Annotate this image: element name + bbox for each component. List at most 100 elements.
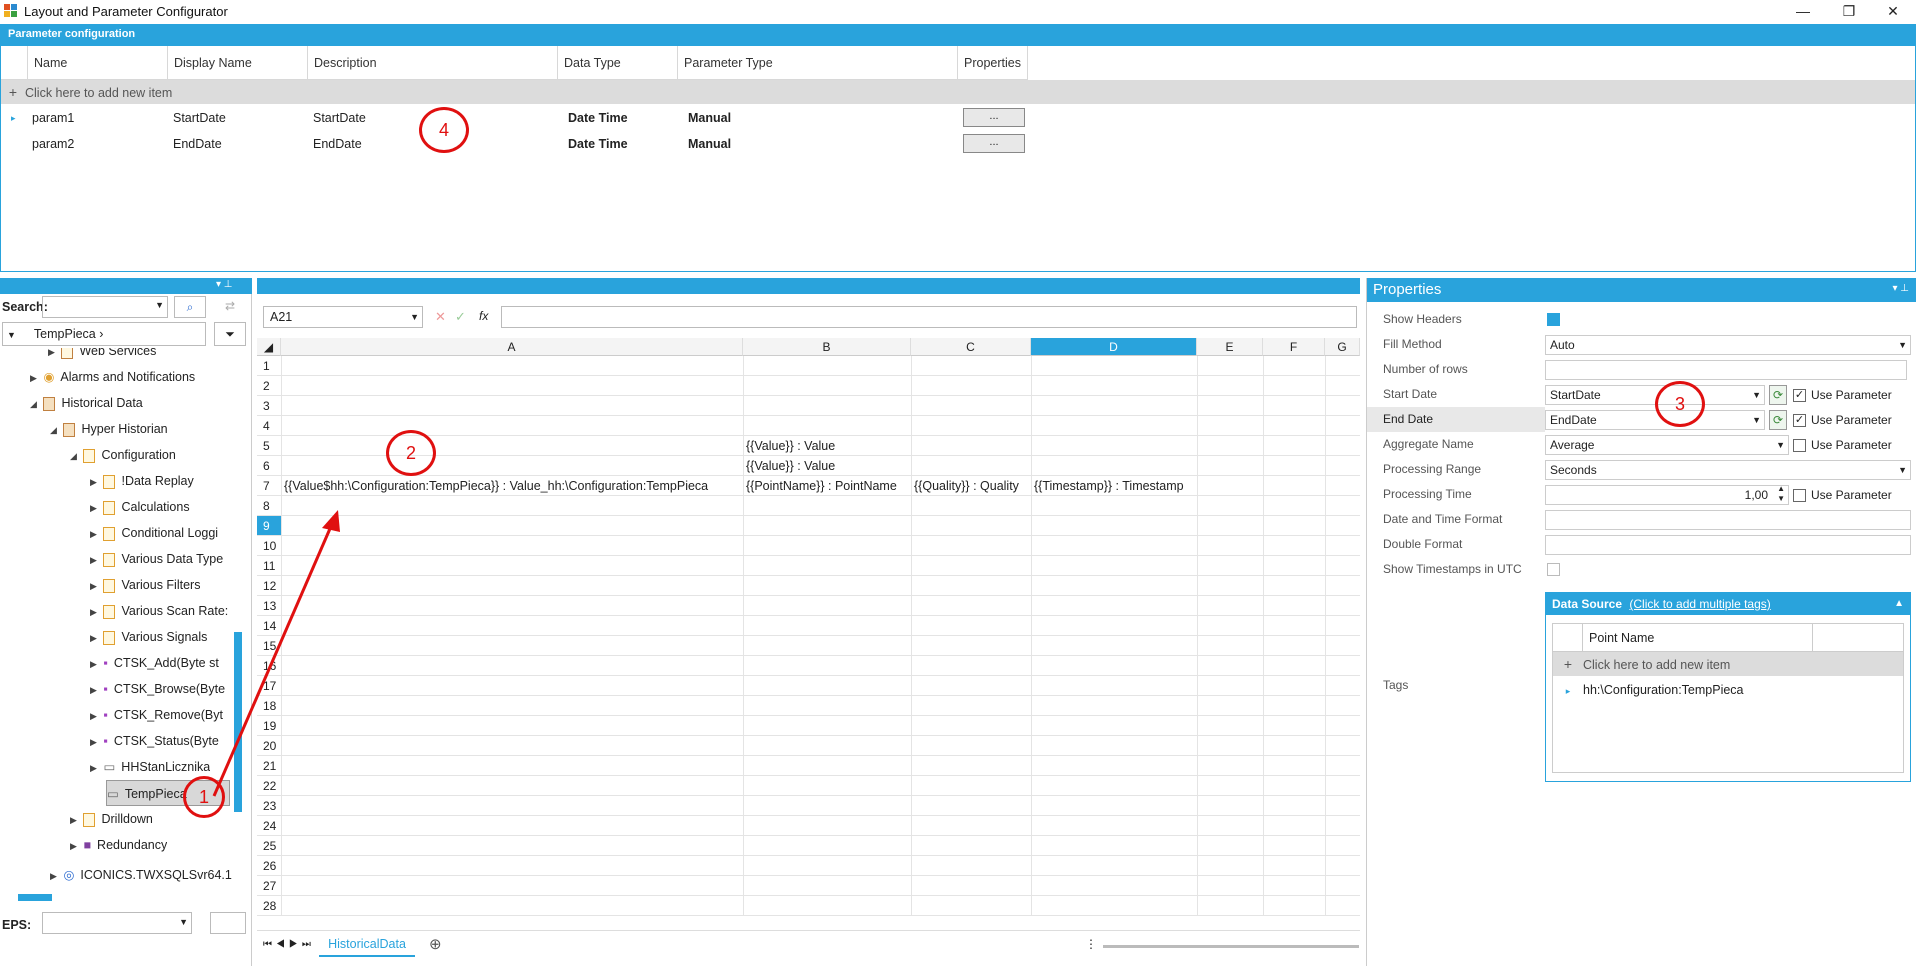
tree-item-various-signals[interactable]: ▶ Various Signals [90,624,207,650]
end-date-use-param-checkbox[interactable]: ✓ [1793,414,1806,427]
row-header[interactable]: 9 [257,516,281,536]
eps-panel-button[interactable] [210,912,246,934]
add-multiple-tags-link[interactable]: (Click to add multiple tags) [1629,597,1770,611]
processing-time-use-param-checkbox[interactable] [1793,489,1806,502]
processing-time-input[interactable]: 1,00 ▲ ▼ [1545,484,1789,505]
aggregate-use-param-checkbox[interactable] [1793,439,1806,452]
spinner-icon[interactable]: ▲ ▼ [1777,484,1785,504]
aggregate-select[interactable]: Average ▼ [1545,435,1789,455]
col-header-d[interactable]: D [1031,338,1197,356]
row-header[interactable]: 19 [257,716,281,736]
row-header[interactable]: 4 [257,416,281,436]
tree-item-ctsk-browse[interactable]: ▶ ▪ CTSK_Browse(Byte [90,676,225,702]
row-header[interactable]: 2 [257,376,281,396]
row-header[interactable]: 13 [257,596,281,616]
col-header-b[interactable]: B [743,338,911,356]
col-description-header[interactable]: Description [308,46,558,80]
close-button[interactable]: ✕ [1870,0,1916,24]
pin-icon[interactable]: ▾ ⊥ [216,279,233,290]
search-input[interactable]: ▼ [42,296,168,318]
tree-item-hyper-historian[interactable]: ◢ Hyper Historian [50,416,168,442]
cancel-icon[interactable]: ✕ [435,309,446,325]
tree-item-various-filters[interactable]: ▶ Various Filters [90,572,200,598]
start-date-use-param-checkbox[interactable]: ✓ [1793,389,1806,402]
row-header[interactable]: 1 [257,356,281,376]
end-date-select[interactable]: EndDate ▼ [1545,410,1765,430]
eps-select[interactable]: ▼ [42,912,192,934]
table-row[interactable]: param2 EndDate EndDate Date Time Manual … [1,131,1915,157]
tree-item-calculations[interactable]: ▶ Calculations [90,494,190,520]
tree-item-various-data[interactable]: ▶ Various Data Type [90,546,223,572]
row-header[interactable]: 6 [257,456,281,476]
tab-nav-icons[interactable]: ⏮◀▶⏭ [263,939,315,950]
row-header[interactable]: 5 [257,436,281,456]
tree-item-drilldown[interactable]: ▶ Drilldown [70,806,153,832]
cell-b6[interactable]: {{Value}} : Value [743,456,911,476]
sheet-hscrollbar[interactable] [1103,945,1359,948]
refresh-icon[interactable]: ⟳ [1769,385,1787,405]
fill-method-select[interactable]: Auto ▼ [1545,335,1911,355]
col-header-a[interactable]: A [281,338,743,356]
tree-item-hhstanlicznika[interactable]: ▶ ▭ HHStanLicznika [90,754,210,780]
col-header-c[interactable]: C [911,338,1031,356]
row-header[interactable]: 25 [257,836,281,856]
row-header[interactable]: 26 [257,856,281,876]
number-of-rows-input[interactable] [1545,360,1907,380]
collapse-icon[interactable]: ▲ [1894,593,1904,615]
table-row[interactable]: ▸ param1 StartDate StartDate Date Time M… [1,105,1915,131]
tree-item-configuration[interactable]: ◢ Configuration [70,442,176,468]
refresh-icon[interactable]: ⟳ [1769,410,1787,430]
row-header[interactable]: 7 [257,476,281,496]
tab-historicaldata[interactable]: HistoricalData [319,933,415,957]
row-header[interactable]: 20 [257,736,281,756]
tree-item-various-scan[interactable]: ▶ Various Scan Rate: [90,598,228,624]
tree-hscrollbar[interactable] [18,894,52,901]
minimize-button[interactable]: — [1780,0,1826,24]
tree-item-historical-data[interactable]: ◢ Historical Data [30,390,143,416]
row-header[interactable]: 27 [257,876,281,896]
add-new-row[interactable]: + Click here to add new item [1,80,1915,104]
tree-scrollbar[interactable] [234,632,242,812]
row-header[interactable]: 10 [257,536,281,556]
row-header[interactable]: 28 [257,896,281,916]
name-box[interactable]: A21 ▼ [263,306,423,328]
row-header[interactable]: 24 [257,816,281,836]
row-header[interactable]: 16 [257,656,281,676]
tree-item-alarms[interactable]: ▶ ◉ Alarms and Notifications [30,364,195,390]
cell-a7[interactable]: {{Value$hh:\Configuration:TempPieca}} : … [281,476,743,496]
properties-button[interactable]: ... [963,108,1025,127]
more-icon[interactable]: ⋮ [1085,937,1097,951]
cell-b5[interactable]: {{Value}} : Value [743,436,911,456]
tag-row[interactable]: ▸ hh:\Configuration:TempPieca [1553,678,1903,702]
tree-item-web-services[interactable]: ▶ Web Services [48,348,156,364]
row-header[interactable]: 18 [257,696,281,716]
row-header[interactable]: 21 [257,756,281,776]
sync-icon[interactable]: ⇄ [214,296,246,318]
row-header[interactable]: 17 [257,676,281,696]
col-paramtype-header[interactable]: Parameter Type [678,46,958,80]
row-header[interactable]: 15 [257,636,281,656]
tree-item-conditional[interactable]: ▶ Conditional Loggi [90,520,218,546]
row-header[interactable]: 3 [257,396,281,416]
filter-icon[interactable]: ⏷ [214,322,246,346]
col-name-header[interactable]: Name [28,46,168,80]
cell-b7[interactable]: {{PointName}} : PointName [743,476,911,496]
select-all-corner[interactable]: ◢ [257,338,281,356]
col-header-e[interactable]: E [1197,338,1263,356]
row-header[interactable]: 8 [257,496,281,516]
add-sheet-icon[interactable]: ⊕ [429,935,442,953]
cell-c7[interactable]: {{Quality}} : Quality [911,476,1031,496]
tree-item-redundancy[interactable]: ▶ ■ Redundancy [70,832,167,858]
confirm-icon[interactable]: ✓ [455,309,466,325]
double-format-input[interactable] [1545,535,1911,555]
pin-icon[interactable]: ▾ ⊥ [1892,283,1909,294]
search-icon[interactable]: ⌕ [174,296,206,318]
show-timestamps-utc-checkbox[interactable] [1547,563,1560,576]
formula-input[interactable] [501,306,1357,328]
date-time-format-input[interactable] [1545,510,1911,530]
properties-button[interactable]: ... [963,134,1025,153]
tree-item-ctsk-status[interactable]: ▶ ▪ CTSK_Status(Byte [90,728,219,754]
row-header[interactable]: 23 [257,796,281,816]
col-header-g[interactable]: G [1325,338,1360,356]
cell-d7[interactable]: {{Timestamp}} : Timestamp [1031,476,1197,496]
